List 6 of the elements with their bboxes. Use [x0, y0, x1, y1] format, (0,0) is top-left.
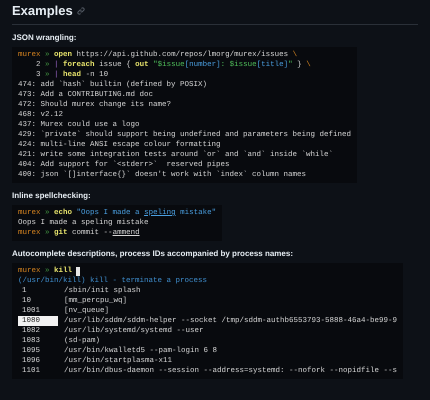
example-label: Autocomplete descriptions, process IDs accompanied by process names: — [12, 249, 294, 259]
example-label: Inline spellchecking: — [12, 191, 92, 201]
link-icon[interactable] — [76, 7, 85, 15]
example-label: JSON wrangling: — [12, 33, 78, 43]
section-heading: Examples — [12, 2, 73, 20]
text-cursor — [76, 266, 80, 276]
